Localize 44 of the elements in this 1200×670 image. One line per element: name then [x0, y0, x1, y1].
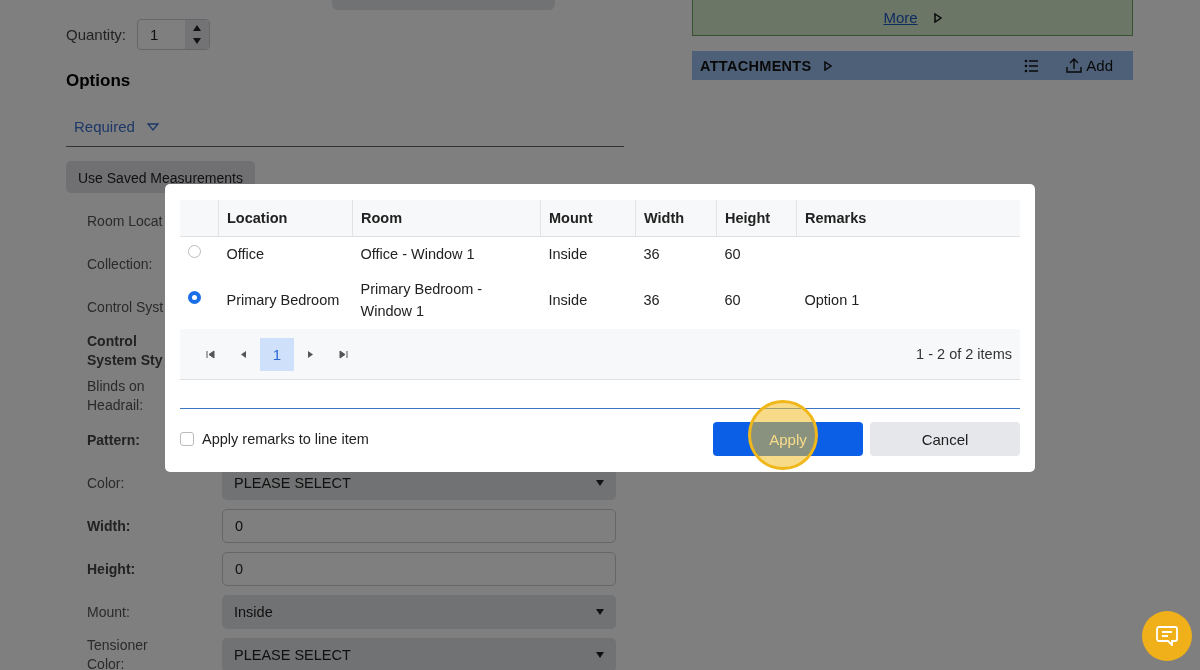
input-field[interactable]: 0: [222, 552, 616, 586]
table-cell: Office: [226, 246, 265, 262]
column-header: Room: [352, 200, 541, 237]
table-cell: 36: [643, 292, 660, 308]
column-header: Width: [635, 200, 717, 237]
column-header: Remarks: [796, 200, 1020, 237]
field-label: Pattern:: [87, 430, 140, 450]
table-cell: 60: [724, 246, 741, 262]
field-label: Width:: [87, 516, 131, 536]
section-heading: Options: [66, 71, 132, 91]
field-label: Color:: [87, 473, 125, 493]
field-label: Blinds on Headrail:: [87, 377, 146, 415]
quantity-label: Quantity:: [66, 25, 128, 43]
select-field[interactable]: Inside: [222, 595, 616, 629]
column-header: Height: [716, 200, 797, 237]
field-label: Room Locat: [87, 211, 163, 231]
table-cell: Inside: [548, 246, 588, 262]
cancel-button[interactable]: Cancel: [870, 422, 1020, 456]
field-label: Control Syst: [87, 297, 164, 317]
table-cell: 60: [724, 292, 741, 308]
field-label: Tensioner Color:: [87, 636, 149, 670]
field-label: Height:: [87, 559, 136, 579]
checkbox-label: Apply remarks to line item: [202, 431, 369, 447]
table-cell: Option 1: [804, 292, 860, 308]
table-cell: Primary Bedroom: [226, 292, 340, 308]
filter-dropdown[interactable]: Required: [74, 118, 159, 135]
select-field[interactable]: PLEASE SELECT: [222, 638, 616, 670]
table-cell: Office - Window 1: [360, 246, 475, 262]
apply-button[interactable]: Apply: [713, 422, 863, 456]
field-label: Control System Sty: [87, 332, 164, 370]
quantity-field[interactable]: 1: [137, 18, 210, 50]
add-button[interactable]: Add: [1050, 57, 1125, 74]
column-header: Location: [218, 200, 353, 237]
column-header: Mount: [540, 200, 636, 237]
field-label: Collection:: [87, 254, 153, 274]
section-title: ATTACHMENTS: [700, 57, 812, 74]
input-field[interactable]: 0: [222, 509, 616, 543]
field-label: Mount:: [87, 602, 130, 622]
table-cell: Primary Bedroom - Window 1: [360, 281, 483, 319]
table-cell: 36: [643, 246, 660, 262]
pager-summary: 1 - 2 of 2 items: [916, 346, 1012, 362]
page-button[interactable]: 1: [260, 337, 294, 371]
more-link[interactable]: More: [883, 9, 918, 26]
table-cell: Inside: [548, 292, 588, 308]
